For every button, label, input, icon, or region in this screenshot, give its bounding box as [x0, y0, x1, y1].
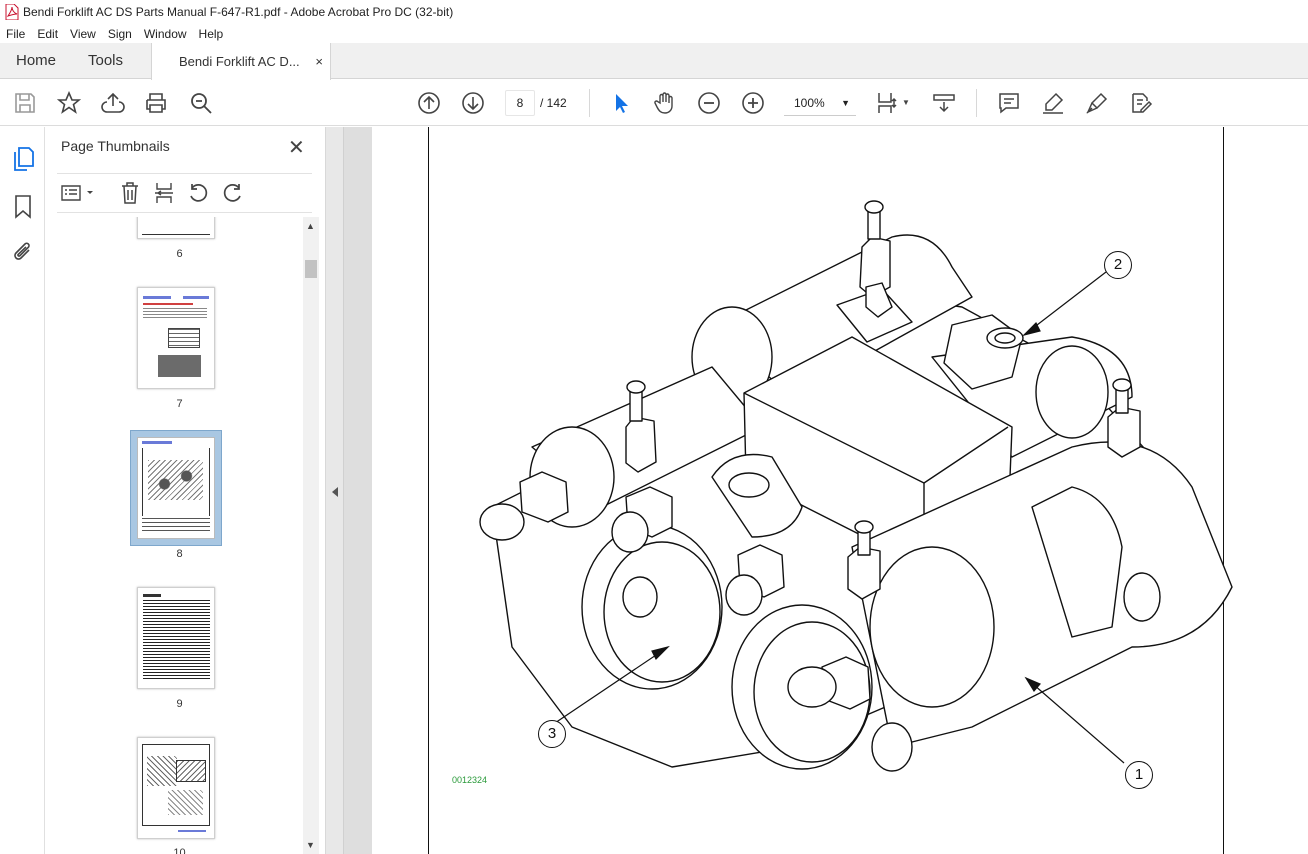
thumbnail-list: 6 7 8 9 10 [57, 217, 302, 854]
edit-pdf-icon[interactable] [1129, 91, 1153, 115]
print-icon[interactable] [144, 91, 168, 115]
zoom-in-icon[interactable] [741, 91, 765, 115]
thumbnail-page-10[interactable] [137, 737, 215, 839]
menu-edit[interactable]: Edit [31, 27, 64, 41]
upload-share-icon[interactable] [101, 91, 125, 115]
toolbar-divider [589, 89, 590, 117]
comment-icon[interactable] [997, 91, 1021, 115]
chevron-left-icon[interactable] [331, 487, 339, 497]
thumbnail-page-7[interactable] [137, 287, 215, 389]
page-gutter [344, 127, 372, 854]
tab-close-icon[interactable]: × [315, 43, 323, 80]
search-icon[interactable] [189, 91, 213, 115]
thumbnail-page-6[interactable] [137, 217, 215, 239]
scroll-mode-icon[interactable] [932, 91, 956, 115]
sign-icon[interactable] [1085, 91, 1109, 115]
insert-page-icon[interactable] [154, 182, 174, 204]
hydraulic-valve-illustration [479, 200, 1233, 772]
page-total: / 142 [540, 96, 567, 110]
close-icon[interactable]: ✕ [288, 135, 305, 160]
scroll-down-icon[interactable]: ▼ [306, 840, 315, 850]
thumbnail-label: 6 [176, 248, 183, 260]
thumbnail-label: 10 [173, 847, 186, 854]
save-icon[interactable] [13, 91, 37, 115]
thumbnail-options-icon[interactable] [61, 183, 95, 203]
menu-file[interactable]: File [0, 27, 31, 41]
toolbar-divider [976, 89, 977, 117]
panel-title: Page Thumbnails [61, 138, 170, 154]
menu-bar: File Edit View Sign Window Help [0, 24, 1308, 44]
callout-1: 1 [1125, 761, 1153, 789]
chevron-down-icon: ▼ [841, 98, 850, 108]
attachment-icon[interactable] [12, 240, 34, 264]
delete-page-icon[interactable] [120, 182, 140, 204]
highlight-pen-icon[interactable] [1041, 91, 1065, 115]
pdf-page: 2 3 1 0012324 [372, 127, 1308, 854]
figure-code: 0012324 [452, 775, 488, 785]
zoom-level-select[interactable]: 100% ▼ [784, 90, 856, 116]
acrobat-pdf-icon [5, 4, 19, 20]
left-navigation-rail [0, 127, 45, 854]
callout-2: 2 [1104, 251, 1132, 279]
thumbnail-label: 7 [176, 398, 183, 410]
scrollbar-thumb[interactable] [305, 260, 317, 278]
document-viewer[interactable]: 2 3 1 0012324 [344, 127, 1308, 854]
page-fit-icon[interactable] [876, 91, 900, 115]
previous-page-icon[interactable] [417, 91, 441, 115]
thumbnail-scrollbar[interactable]: ▲ ▼ [303, 217, 319, 854]
tab-document[interactable]: Bendi Forklift AC D... × [151, 43, 331, 80]
rotate-clockwise-icon[interactable] [222, 182, 244, 204]
thumbnail-page-9[interactable] [137, 587, 215, 689]
tab-tools[interactable]: Tools [88, 43, 123, 79]
page-number-input[interactable]: 8 [505, 90, 535, 116]
next-page-icon[interactable] [461, 91, 485, 115]
menu-window[interactable]: Window [138, 27, 193, 41]
tab-home[interactable]: Home [16, 43, 56, 79]
rotate-counterclockwise-icon[interactable] [187, 182, 209, 204]
page-thumbnails-panel: Page Thumbnails ✕ 6 7 8 9 10 [45, 127, 326, 854]
tab-bar: Home Tools Bendi Forklift AC D... × [0, 43, 1308, 80]
zoom-out-icon[interactable] [697, 91, 721, 115]
tab-document-label: Bendi Forklift AC D... [179, 54, 300, 69]
star-icon[interactable] [57, 91, 81, 115]
zoom-level-value: 100% [794, 96, 825, 110]
chevron-down-icon[interactable]: ▼ [902, 98, 910, 107]
scroll-up-icon[interactable]: ▲ [306, 221, 315, 231]
thumbnail-toolbar [57, 173, 312, 213]
thumbnail-label: 9 [176, 698, 183, 710]
window-title: Bendi Forklift AC DS Parts Manual F-647-… [23, 5, 454, 19]
collapse-panel-handle[interactable] [326, 127, 344, 854]
bookmark-icon[interactable] [14, 195, 32, 219]
thumbnail-label: 8 [176, 548, 183, 560]
page-thumbnails-icon[interactable] [12, 147, 34, 171]
menu-help[interactable]: Help [193, 27, 230, 41]
select-cursor-icon[interactable] [609, 91, 633, 115]
hand-tool-icon[interactable] [653, 91, 677, 115]
menu-sign[interactable]: Sign [102, 27, 138, 41]
thumbnail-page-8-selected[interactable] [130, 430, 222, 546]
menu-view[interactable]: View [64, 27, 102, 41]
callout-3: 3 [538, 720, 566, 748]
title-bar: Bendi Forklift AC DS Parts Manual F-647-… [0, 0, 1308, 24]
